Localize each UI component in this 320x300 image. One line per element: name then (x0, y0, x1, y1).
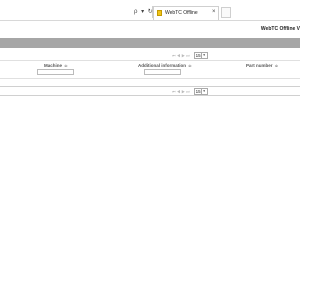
sort-icon[interactable]: ≑ (275, 63, 279, 68)
column-label: Additional information (138, 63, 186, 68)
paging-controls[interactable]: ⏮ ◀ ▶ ⏭ (172, 89, 190, 94)
chevron-down-icon: ▾ (200, 89, 207, 94)
page-size-select[interactable]: 15 ▾ (193, 52, 208, 59)
column-header-part-number[interactable]: Part number ≑ (246, 63, 278, 69)
top-paginator: ⏮ ◀ ▶ ⏭ 15 ▾ (172, 51, 208, 60)
page-size-select[interactable]: 15 ▾ (193, 88, 208, 95)
additional-information-filter-input[interactable] (144, 69, 181, 75)
address-bar-buttons[interactable]: ρ ▾ ↻ (134, 8, 154, 15)
column-label: Machine (44, 63, 63, 68)
browser-chrome: ρ ▾ ↻ WebTC Offline × (0, 0, 300, 21)
new-tab-button[interactable] (221, 7, 231, 18)
browser-tab[interactable]: WebTC Offline × (153, 6, 219, 20)
paging-controls[interactable]: ⏮ ◀ ▶ ⏭ (172, 53, 190, 58)
divider (0, 86, 300, 87)
column-label: Part number (246, 63, 273, 68)
page-icon (157, 10, 162, 16)
app-title: WebTC Offline V (260, 26, 300, 32)
chevron-down-icon: ▾ (200, 53, 207, 58)
table-header: Machine ≑ Additional information ≑ Part nu… (0, 60, 300, 79)
address-bar[interactable] (0, 6, 153, 18)
toolbar-band (0, 38, 300, 48)
tab-title: WebTC Offline (165, 10, 198, 16)
close-tab-icon[interactable]: × (212, 9, 216, 15)
machine-filter-input[interactable] (37, 69, 74, 75)
sort-icon[interactable]: ≑ (64, 63, 68, 68)
sort-icon[interactable]: ≑ (188, 63, 192, 68)
divider (0, 95, 300, 96)
